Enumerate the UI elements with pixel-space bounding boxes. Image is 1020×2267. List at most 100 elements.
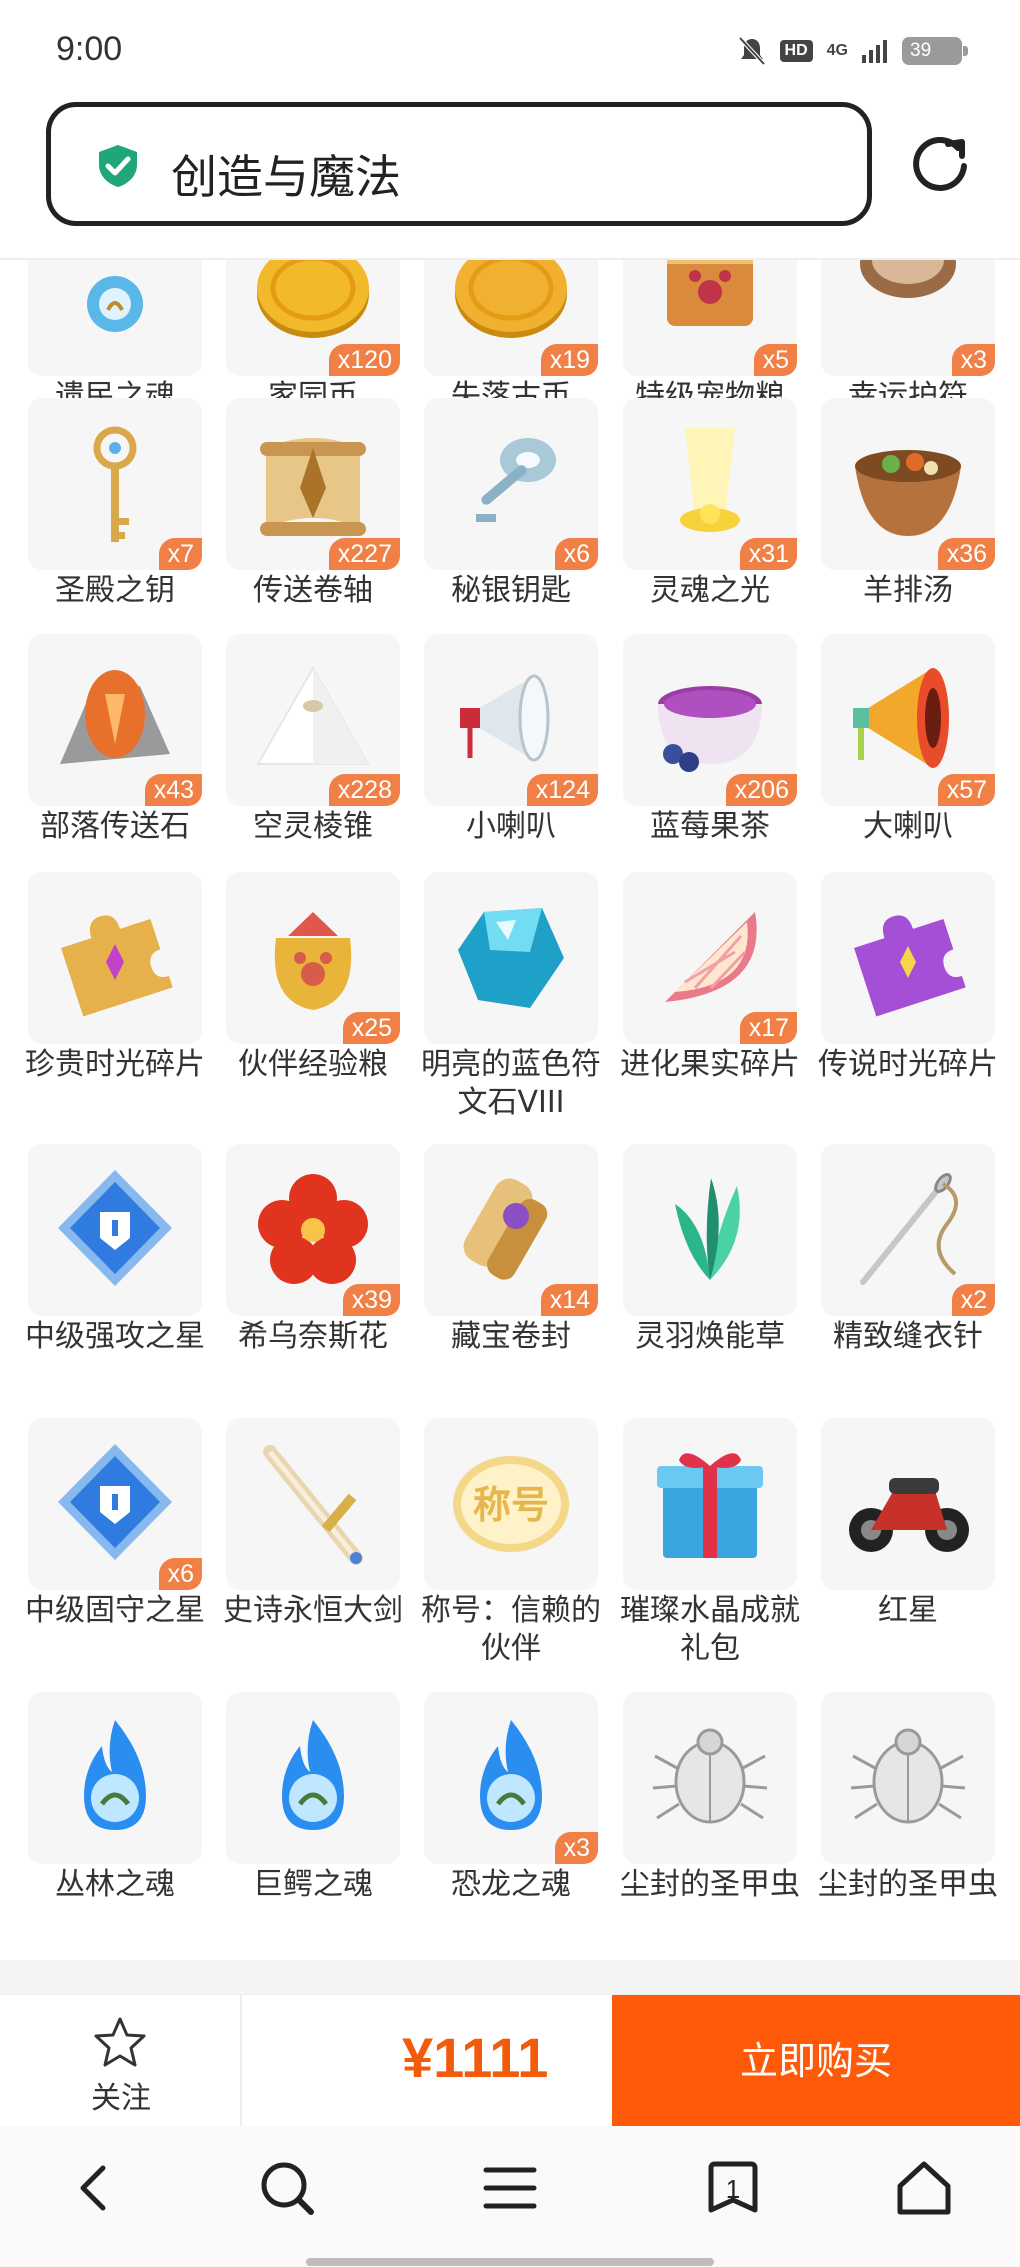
item-label: 珍贵时光碎片 <box>25 1047 205 1082</box>
purchase-bar: 关注 ¥1111 立即购买 <box>0 1994 1020 2127</box>
section-divider <box>0 1960 1020 1994</box>
blue-star-gem-icon <box>58 1444 172 1560</box>
item-tile <box>424 872 598 1044</box>
item-tile <box>623 1144 797 1316</box>
item-tile: x31 <box>623 398 797 570</box>
item-tile: x43 <box>28 634 202 806</box>
home-indicator <box>306 2258 714 2266</box>
fruit-slice-icon <box>665 912 757 1002</box>
status-time: 9:00 <box>56 30 123 68</box>
item-label: 进化果实碎片 <box>620 1047 800 1082</box>
item-label: 称号：信赖的伙伴 <box>421 1593 601 1666</box>
quantity-badge: x7 <box>158 538 202 570</box>
item-label: 羊排汤 <box>863 573 953 608</box>
quantity-badge: x5 <box>753 344 797 376</box>
bottom-nav: 1 <box>0 2126 1020 2267</box>
quantity-badge: x2 <box>951 1284 995 1316</box>
item-label: 藏宝卷封 <box>451 1319 571 1354</box>
quantity-badge: x227 <box>328 538 400 570</box>
item-tile <box>226 1692 400 1864</box>
quantity-badge: x43 <box>144 774 202 806</box>
item-tile: x19 <box>424 260 598 376</box>
item-tile: x5 <box>623 260 797 376</box>
item-label: 小喇叭 <box>466 809 556 844</box>
item-grid[interactable]: 遗民之魂 x120 家园币 x19 失落古币 x5 特级宠物粮 x3 幸运护符 x7 圣殿之钥 x22… <box>0 260 1020 1960</box>
quantity-badge: x31 <box>739 538 797 570</box>
quantity-badge: x6 <box>554 538 598 570</box>
back-icon[interactable] <box>63 2156 127 2220</box>
menu-icon[interactable] <box>478 2156 542 2220</box>
refresh-icon[interactable] <box>908 130 972 194</box>
quantity-badge: x25 <box>342 1012 400 1044</box>
item-label: 史诗永恒大剑 <box>223 1593 403 1628</box>
silver-key-icon <box>476 438 556 522</box>
item-tile <box>821 872 995 1044</box>
motorcycle-icon <box>849 1478 969 1552</box>
beetle-icon <box>850 1728 966 1824</box>
address-bar[interactable]: 创造与魔法 <box>46 102 872 226</box>
item-label: 恐龙之魂 <box>451 1867 571 1902</box>
item-tile: x3 <box>821 260 995 376</box>
item-tile <box>28 1692 202 1864</box>
item-tile: 称号 <box>424 1418 598 1590</box>
item-label: 蓝莓果茶 <box>650 809 770 844</box>
quantity-badge: x17 <box>739 1012 797 1044</box>
quantity-badge: x120 <box>328 344 400 376</box>
big-megaphone-icon <box>853 668 949 768</box>
item-tile <box>28 260 202 376</box>
purple-puzzle-piece-icon <box>854 915 966 1017</box>
item-tile <box>28 1144 202 1316</box>
wood-amulet-icon <box>860 260 956 298</box>
price: ¥1111 <box>402 2026 549 2089</box>
item-label: 传送卷轴 <box>253 573 373 608</box>
item-label: 希乌奈斯花 <box>238 1319 388 1354</box>
status-icons: HD 4G 39 <box>738 36 968 66</box>
item-label: 伙伴经验粮 <box>238 1047 388 1082</box>
item-label: 丛林之魂 <box>55 1867 175 1902</box>
hd-badge: HD <box>779 40 813 62</box>
green-herb-icon <box>675 1178 740 1280</box>
item-label: 精致缝衣针 <box>833 1319 983 1354</box>
item-label: 部落传送石 <box>40 809 190 844</box>
home-icon[interactable] <box>892 2156 956 2220</box>
quantity-badge: x14 <box>540 1284 598 1316</box>
item-tile: x14 <box>424 1144 598 1316</box>
item-tile: x25 <box>226 872 400 1044</box>
quantity-badge: x124 <box>526 774 598 806</box>
item-tile <box>821 1418 995 1590</box>
mute-bell-icon <box>738 36 766 66</box>
quantity-badge: x206 <box>725 774 797 806</box>
battery-indicator: 39 <box>902 37 968 65</box>
item-label: 秘银钥匙 <box>451 573 571 608</box>
follow-button[interactable]: 关注 <box>0 1995 242 2127</box>
quantity-badge: x19 <box>540 344 598 376</box>
item-tile: x39 <box>226 1144 400 1316</box>
status-bar: 9:00 HD 4G 39 <box>0 0 1020 100</box>
gold-puzzle-piece-icon <box>61 915 173 1017</box>
item-tile: x206 <box>623 634 797 806</box>
item-label: 尘封的圣甲虫 <box>818 1867 998 1902</box>
network-signal-label: 4G <box>826 42 848 59</box>
buy-now-button[interactable]: 立即购买 <box>612 1995 1020 2127</box>
item-tile: x2 <box>821 1144 995 1316</box>
item-label: 圣殿之钥 <box>55 573 175 608</box>
tea-cup-icon <box>658 686 762 772</box>
treat-bag-icon <box>274 912 352 1010</box>
quantity-badge: x39 <box>342 1284 400 1316</box>
blue-flame-soul-icon <box>84 1720 146 1830</box>
shield-check-icon <box>99 145 137 187</box>
sealed-scroll-icon <box>463 1178 548 1280</box>
item-tile: x6 <box>424 398 598 570</box>
page-title: 创造与魔法 <box>171 150 401 204</box>
light-beam-icon <box>680 428 740 532</box>
item-tile: x124 <box>424 634 598 806</box>
item-label: 灵羽焕能草 <box>635 1319 785 1354</box>
search-icon[interactable] <box>255 2156 319 2220</box>
tabs-button[interactable]: 1 <box>701 2156 765 2220</box>
red-flower-icon <box>258 1174 368 1284</box>
item-tile: x228 <box>226 634 400 806</box>
title-badge-icon: 称号 <box>453 1456 569 1552</box>
item-label: 传说时光碎片 <box>818 1047 998 1082</box>
item-label: 尘封的圣甲虫 <box>620 1867 800 1902</box>
signal-bars-icon <box>862 40 887 63</box>
